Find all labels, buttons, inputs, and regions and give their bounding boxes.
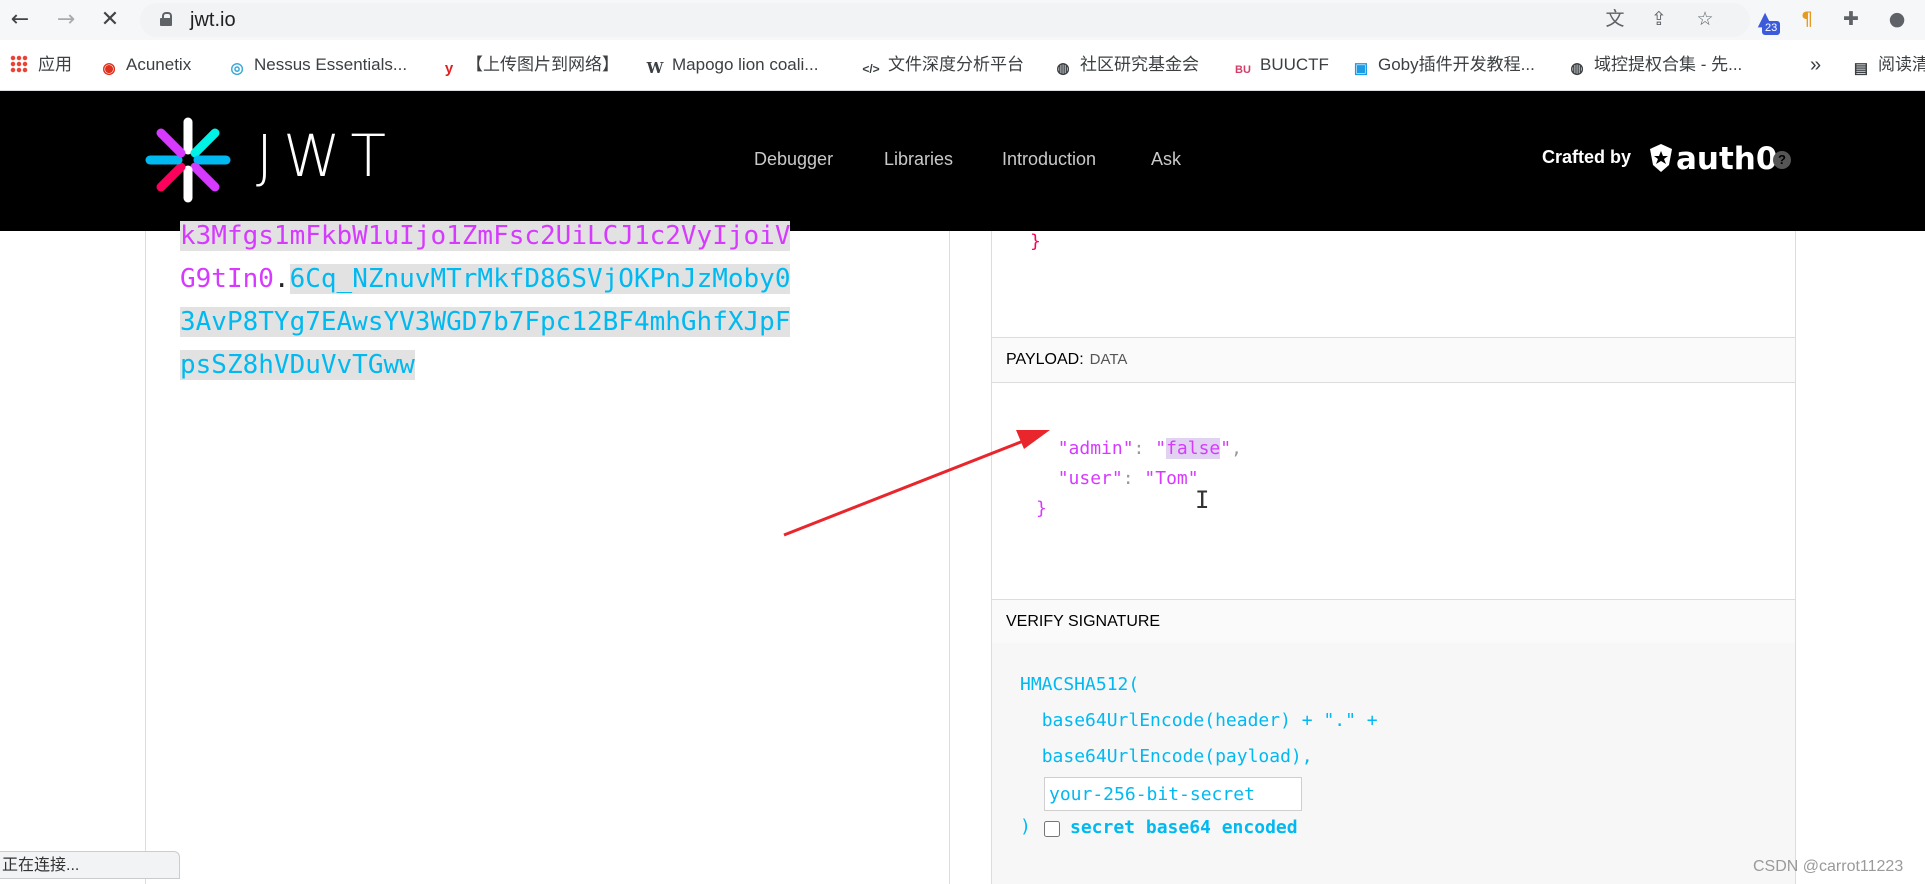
token-line-2-signature: 6Cq_NZnuvMTrMkfD86SVjOKPnJzMoby0 <box>289 264 791 294</box>
bookmark-acunetix[interactable]: ◉ Acunetix <box>100 54 191 77</box>
token-line-4: psSZ8hVDuVvTGww <box>180 350 415 380</box>
extension-badge: 23 <box>1762 21 1781 35</box>
verify-signature-box: HMACSHA512( base64UrlEncode(header) + ".… <box>992 643 1795 884</box>
lock-icon <box>160 12 172 26</box>
bookmark-community-fund[interactable]: ◍ 社区研究基金会 <box>1054 54 1199 77</box>
globe-icon: ◍ <box>1056 60 1070 77</box>
decoded-panel: } PAYLOAD: DATA "admin": "false", "user":… <box>991 231 1796 884</box>
jwt-logo-icon[interactable] <box>145 117 231 203</box>
bookmark-star-icon[interactable]: ☆ <box>1692 6 1718 32</box>
buuctf-icon: BU <box>1235 64 1251 76</box>
extensions-puzzle-icon[interactable]: ✚ <box>1838 6 1864 32</box>
bookmarks-overflow-button[interactable]: » <box>1810 54 1821 76</box>
forward-arrow-icon[interactable]: → <box>52 6 80 34</box>
payload-editor[interactable]: "admin": "false", "user": "Tom" } <box>992 382 1795 600</box>
token-line-2-payload: G9tIn0 <box>180 264 274 294</box>
nav-debugger[interactable]: Debugger <box>754 149 833 170</box>
help-icon[interactable]: ? <box>1773 151 1791 169</box>
bilibili-icon: ▣ <box>1353 60 1369 77</box>
acunetix-icon: ◉ <box>102 60 116 77</box>
nav-libraries[interactable]: Libraries <box>884 149 953 170</box>
signature-close-paren: ) <box>1020 816 1031 837</box>
bookmark-nessus[interactable]: ◎ Nessus Essentials... <box>228 54 407 77</box>
url-text[interactable]: jwt.io <box>190 9 236 32</box>
nav-introduction[interactable]: Introduction <box>1002 149 1096 170</box>
bookmark-file-analysis[interactable]: </> 文件深度分析平台 <box>862 54 1024 76</box>
translate-icon[interactable]: 文 <box>1602 6 1628 32</box>
verify-signature-title: VERIFY SIGNATURE <box>992 599 1795 645</box>
reading-list-icon: ▤ <box>1853 60 1869 77</box>
signature-code: HMACSHA512( base64UrlEncode(header) + ".… <box>1020 674 1378 767</box>
auth0-shield-icon <box>1650 144 1672 172</box>
watermark: CSDN @carrot11223 <box>1753 858 1904 875</box>
crafted-by-label: Crafted by <box>1542 147 1632 167</box>
bookmarks-bar: 应用 ◉ Acunetix ◎ Nessus Essentials... y 【上传图… <box>0 40 1925 91</box>
text-cursor-icon: I <box>1195 486 1210 514</box>
browser-toolbar: ← → ✕ jwt.io 文 ⇪ ☆ ▲ 23 ¶ ✚ ● <box>0 0 1925 40</box>
status-bar: 正在连接... <box>0 851 180 879</box>
share-icon[interactable]: ⇪ <box>1646 6 1672 32</box>
payload-admin-value[interactable]: false <box>1166 438 1221 459</box>
address-bar[interactable]: jwt.io <box>140 3 1750 37</box>
globe-icon: ◍ <box>1570 60 1584 77</box>
token-separator-dot: . <box>273 264 290 294</box>
y-icon: y <box>444 60 454 77</box>
encoded-panel: k3Mfgs1mFkbW1uIjo1ZmFsc2UiLCJ1c2VyIjoiV … <box>145 221 950 884</box>
payload-json[interactable]: "admin": "false", "user": "Tom" } <box>1036 434 1242 524</box>
nav-ask[interactable]: Ask <box>1151 149 1181 170</box>
encoded-token[interactable]: k3Mfgs1mFkbW1uIjo1ZmFsc2UiLCJ1c2VyIjoiV … <box>180 215 791 387</box>
back-arrow-icon[interactable]: ← <box>6 6 34 34</box>
stop-loading-icon[interactable]: ✕ <box>96 6 124 34</box>
bookmark-upload-image[interactable]: y 【上传图片到网络】 <box>440 54 619 77</box>
reading-list[interactable]: ▤阅读清单 <box>1852 54 1925 77</box>
payload-section-title: PAYLOAD: DATA <box>992 337 1795 383</box>
nessus-icon: ◎ <box>230 60 244 77</box>
header-json-close: } <box>1030 231 1041 252</box>
extension-pilcrow-icon[interactable]: ¶ <box>1794 6 1820 32</box>
jwt-logo-text[interactable]: JWT <box>256 123 396 189</box>
bookmark-apps[interactable]: 应用 <box>10 54 72 76</box>
token-line-1: k3Mfgs1mFkbW1uIjo1ZmFsc2UiLCJ1c2VyIjoiV <box>180 221 791 251</box>
token-line-3: 3AvP8TYg7EAwsYV3WGD7b7Fpc12BF4mhGhfXJpF <box>180 307 791 337</box>
apps-grid-icon <box>10 55 28 73</box>
secret-base64-label[interactable]: secret base64 encoded <box>1070 817 1298 838</box>
bookmark-goby[interactable]: ▣ Goby插件开发教程... <box>1352 54 1535 77</box>
site-header: JWT Debugger Libraries Introduction Ask … <box>0 91 1925 231</box>
wikipedia-icon: W <box>646 59 664 77</box>
bookmark-domain-escalation[interactable]: ◍ 域控提权合集 - 先... <box>1568 54 1742 77</box>
bookmark-mapogo[interactable]: W Mapogo lion coali... <box>646 54 819 77</box>
profile-avatar-icon[interactable]: ● <box>1884 6 1910 32</box>
secret-base64-checkbox[interactable] <box>1044 821 1060 837</box>
bookmark-buuctf[interactable]: BU BUUCTF <box>1234 54 1329 76</box>
code-icon: </> <box>862 62 880 76</box>
secret-input[interactable] <box>1044 777 1302 811</box>
auth0-logo[interactable]: auth0 <box>1648 141 1777 177</box>
